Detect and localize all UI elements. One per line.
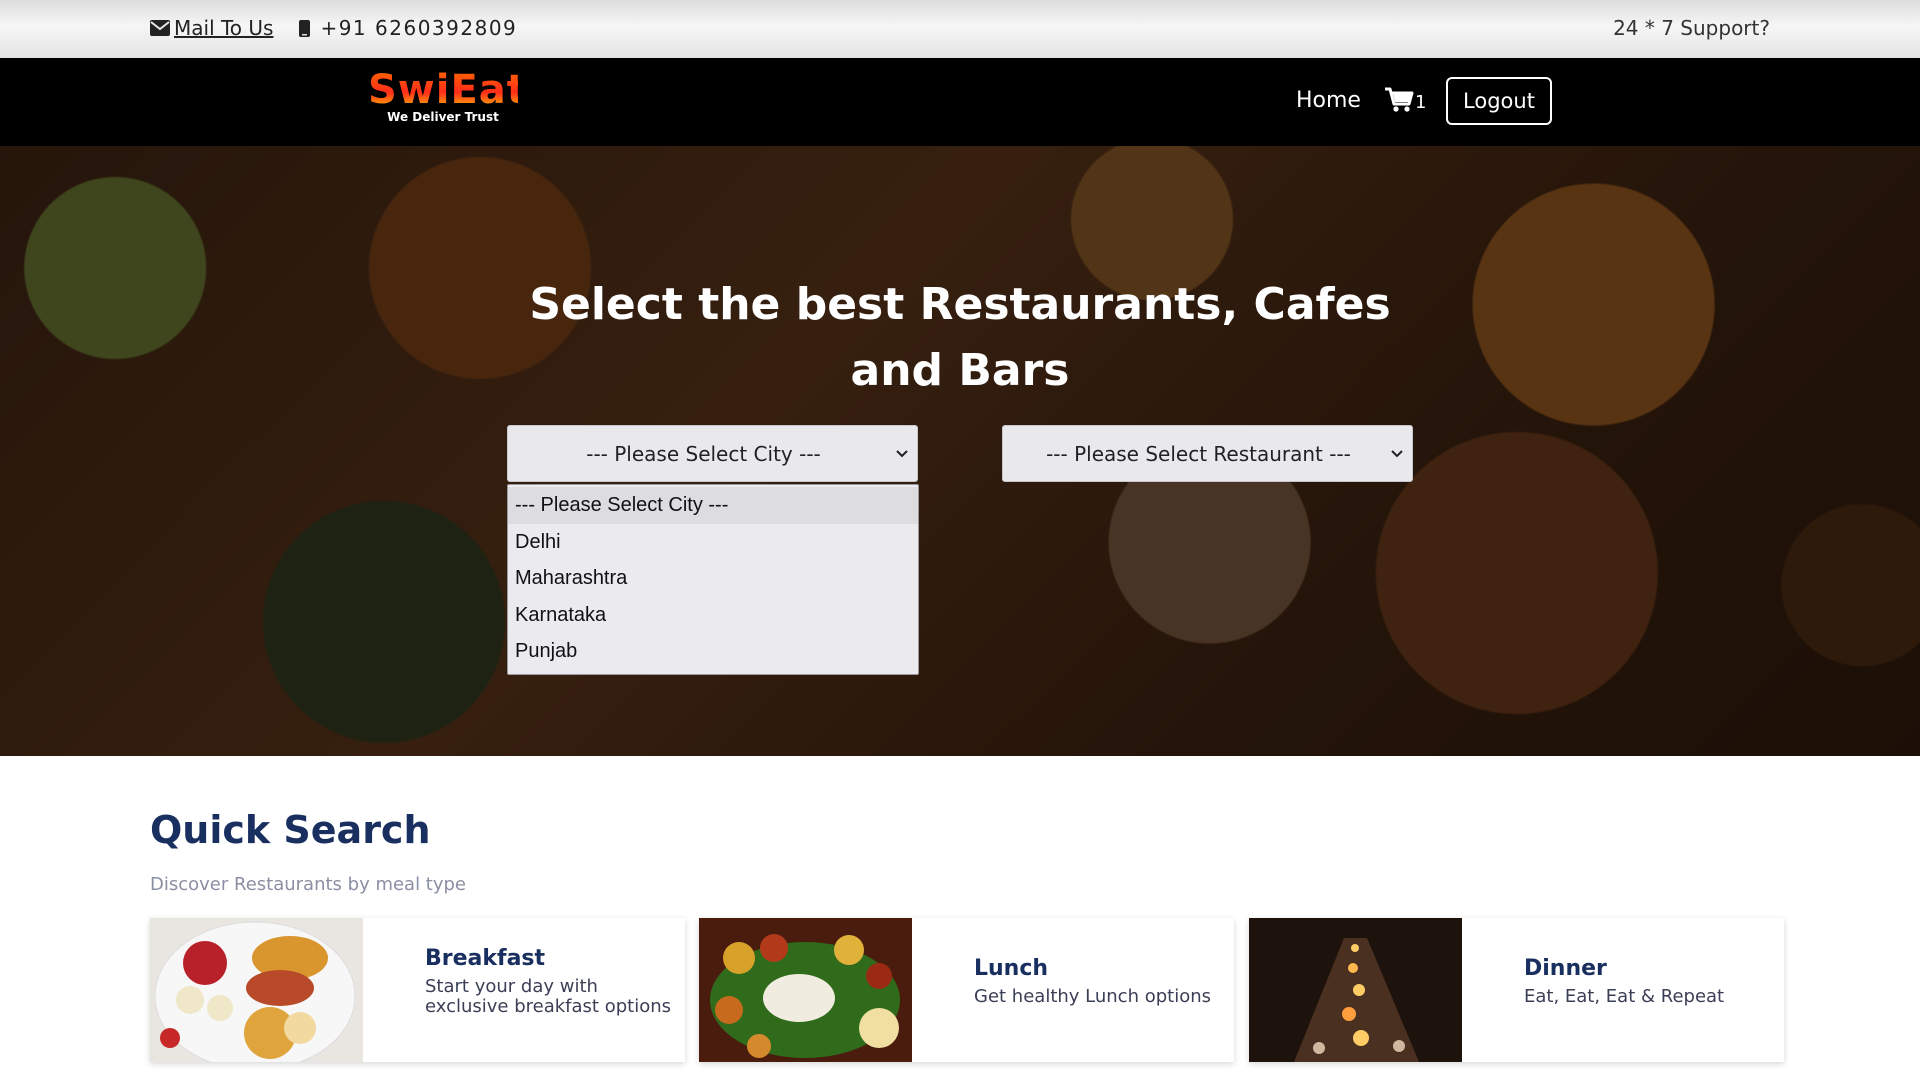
quick-search-subtitle: Discover Restaurants by meal type [150, 874, 467, 895]
city-option[interactable]: Karnataka [508, 597, 918, 634]
meal-card-description: Eat, Eat, Eat & Repeat [1524, 986, 1725, 1007]
dinner-image [1249, 918, 1462, 1062]
logout-button[interactable]: Logout [1446, 77, 1552, 125]
quick-search-title: Quick Search [150, 808, 431, 852]
logo-text: SwiEat [368, 67, 527, 113]
restaurant-select[interactable]: --- Please Select Restaurant --- [1002, 425, 1413, 482]
breakfast-image [150, 918, 363, 1062]
chevron-down-icon [887, 449, 917, 458]
meal-card-dinner[interactable]: Dinner Eat, Eat, Eat & Repeat [1249, 918, 1784, 1062]
meal-card-text: Dinner Eat, Eat, Eat & Repeat [1524, 956, 1774, 1007]
meal-card-title: Breakfast [425, 946, 546, 971]
phone-info: +91 6260392809 [299, 16, 517, 40]
meal-card-lunch[interactable]: Lunch Get healthy Lunch options [699, 918, 1234, 1062]
lunch-image [699, 918, 912, 1062]
mail-label: Mail To Us [174, 16, 274, 40]
city-select[interactable]: --- Please Select City --- [507, 425, 918, 482]
hero-title: Select the best Restaurants, Cafes and B… [529, 279, 1391, 396]
envelope-icon [150, 20, 170, 36]
support-text: 24 * 7 Support? [1613, 16, 1770, 40]
hero-overlay [0, 146, 1920, 756]
contact-info: Mail To Us +91 6260392809 [150, 16, 517, 40]
hero-banner: Select the best Restaurants, Cafes and B… [0, 146, 1920, 756]
cart-button[interactable]: 1 [1384, 86, 1426, 113]
cart-icon [1385, 87, 1414, 112]
mail-link[interactable]: Mail To Us [150, 16, 273, 40]
restaurant-select-value: --- Please Select Restaurant --- [1046, 441, 1351, 466]
city-option[interactable]: --- Please Select City --- [508, 487, 918, 524]
meal-card-text: Breakfast Start your day with exclusive … [425, 946, 675, 1017]
meal-card-title: Dinner [1524, 956, 1607, 981]
logo[interactable]: SwiEat We Deliver Trust [368, 67, 527, 124]
meal-card-title: Lunch [974, 956, 1049, 981]
logo-tagline: We Deliver Trust [387, 110, 499, 124]
meal-card-breakfast[interactable]: Breakfast Start your day with exclusive … [150, 918, 685, 1062]
city-option[interactable]: Maharashtra [508, 560, 918, 597]
city-option[interactable]: Delhi [508, 524, 918, 561]
phone-number: +91 6260392809 [320, 16, 518, 40]
chevron-down-icon [1382, 449, 1412, 458]
meal-card-description: Get healthy Lunch options [974, 986, 1212, 1007]
cart-count: 1 [1415, 92, 1427, 113]
city-select-value: --- Please Select City --- [586, 441, 821, 466]
meal-card-description: Start your day with exclusive breakfast … [425, 976, 672, 1017]
city-dropdown-list: --- Please Select City --- Delhi Maharas… [507, 484, 919, 675]
contact-bar: Mail To Us +91 6260392809 24 * 7 Support… [0, 0, 1920, 58]
nav-home-link[interactable]: Home [1296, 88, 1361, 113]
navbar: SwiEat We Deliver Trust Home 1 Logout [0, 58, 1920, 146]
meal-card-text: Lunch Get healthy Lunch options [974, 956, 1224, 1007]
city-option[interactable]: Punjab [508, 633, 918, 670]
mobile-phone-icon [299, 19, 311, 37]
